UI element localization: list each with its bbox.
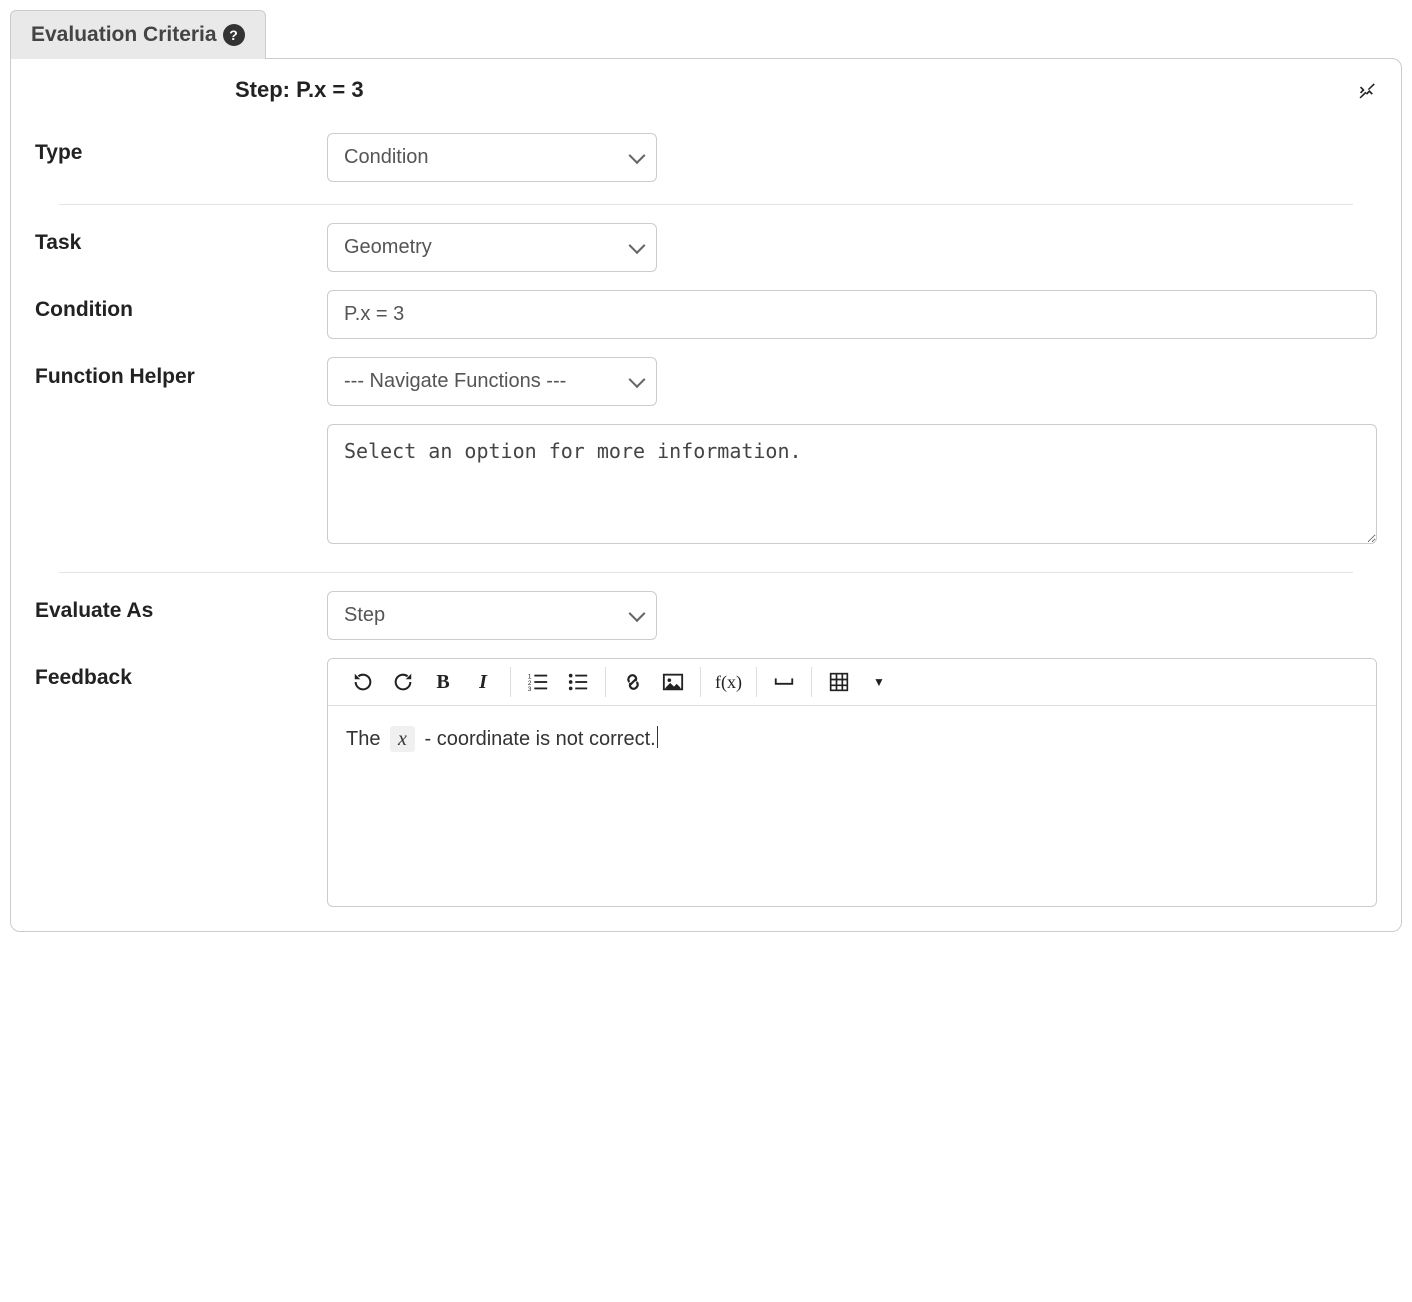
select-function-helper[interactable]: --- Navigate Functions --- <box>327 357 657 406</box>
input-condition[interactable] <box>327 290 1377 339</box>
fx-button[interactable]: f(x) <box>715 669 742 695</box>
function-helper-info[interactable]: Select an option for more information. <box>327 424 1377 544</box>
table-icon[interactable] <box>826 669 852 695</box>
help-icon[interactable]: ? <box>223 24 245 46</box>
evaluation-panel: Step: P.x = 3 Type Condition Task Geomet… <box>10 58 1402 932</box>
collapse-icon[interactable] <box>1357 80 1377 100</box>
label-condition: Condition <box>35 290 315 322</box>
feedback-math-variable: x <box>390 726 415 752</box>
redo-icon[interactable] <box>390 669 416 695</box>
select-task[interactable]: Geometry <box>327 223 657 272</box>
select-type[interactable]: Condition <box>327 133 657 182</box>
step-title: Step: P.x = 3 <box>235 77 364 102</box>
bold-button[interactable]: B <box>430 669 456 695</box>
table-caret-icon[interactable]: ▼ <box>866 669 892 695</box>
svg-text:3: 3 <box>528 686 532 693</box>
label-feedback: Feedback <box>35 658 315 690</box>
label-function-helper: Function Helper <box>35 357 315 389</box>
tab-label: Evaluation Criteria <box>31 23 217 47</box>
label-type: Type <box>35 133 315 165</box>
tab-evaluation-criteria[interactable]: Evaluation Criteria ? <box>10 10 266 59</box>
feedback-text-before: The <box>346 728 386 750</box>
image-icon[interactable] <box>660 669 686 695</box>
undo-icon[interactable] <box>350 669 376 695</box>
feedback-text-after: - coordinate is not correct. <box>424 728 657 750</box>
feedback-editor: B I 123 <box>327 658 1377 907</box>
select-evaluate-as[interactable]: Step <box>327 591 657 640</box>
label-task: Task <box>35 223 315 255</box>
unordered-list-icon[interactable] <box>565 669 591 695</box>
editor-toolbar: B I 123 <box>328 659 1376 706</box>
italic-button[interactable]: I <box>470 669 496 695</box>
link-icon[interactable] <box>620 669 646 695</box>
feedback-text-area[interactable]: The x - coordinate is not correct. <box>328 706 1376 906</box>
space-icon[interactable] <box>771 669 797 695</box>
label-evaluate-as: Evaluate As <box>35 591 315 623</box>
ordered-list-icon[interactable]: 123 <box>525 669 551 695</box>
